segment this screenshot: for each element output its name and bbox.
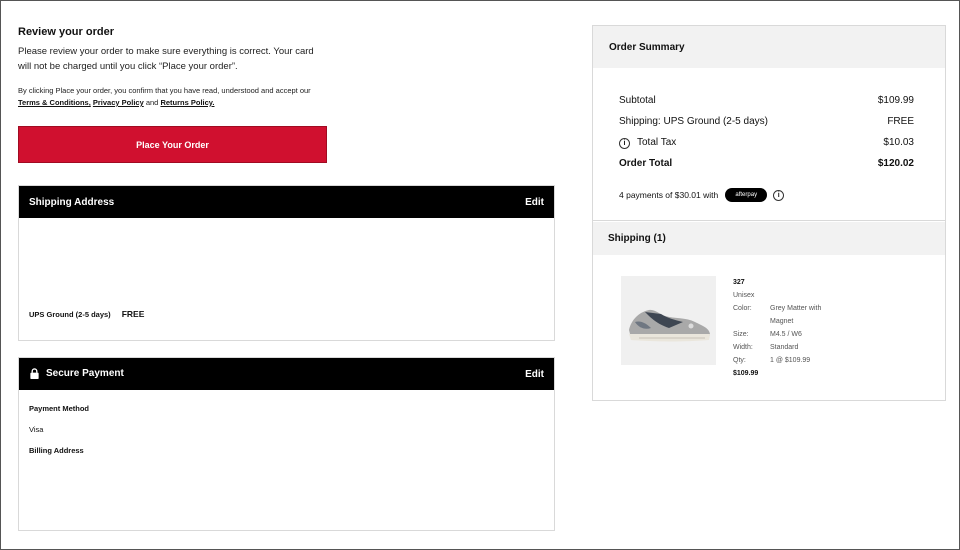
shipping-method-price: FREE [121, 309, 145, 319]
subtotal-label: Subtotal [619, 95, 656, 106]
terms-and: and [145, 98, 159, 107]
tax-row: i Total Tax $10.03 [619, 132, 914, 153]
size-value: M4.5 / W6 [770, 331, 802, 338]
privacy-link[interactable]: Privacy Policy [93, 98, 144, 107]
review-column: Review your order Please review your ord… [18, 18, 555, 531]
shipping-value: FREE [887, 116, 914, 127]
product-details: 327 Unisex Color: Grey Matter with Magne… [733, 276, 835, 380]
product-name: 327 [733, 279, 745, 286]
terms-link[interactable]: Terms & Conditions, [18, 98, 91, 107]
order-summary-title: Order Summary [593, 26, 945, 68]
tax-label: Total Tax [637, 136, 677, 148]
payment-method-value: Visa [29, 425, 44, 434]
terms-text: By clicking Place your order, you confir… [18, 85, 338, 109]
shipping-address-panel: Shipping Address Edit UPS Ground (2-5 da… [18, 185, 555, 341]
tax-value: $10.03 [883, 137, 914, 148]
afterpay-badge: afterpay [725, 188, 768, 202]
subtotal-row: Subtotal $109.99 [619, 90, 914, 111]
order-summary-panel: Order Summary Subtotal $109.99 Shipping:… [592, 25, 946, 401]
review-title: Review your order [18, 26, 114, 38]
shipping-address-body: UPS Ground (2-5 days) FREE [19, 218, 554, 340]
summary-divider [593, 220, 945, 221]
secure-payment-header: Secure Payment Edit [19, 358, 554, 390]
shipping-method: UPS Ground (2-5 days) FREE [29, 309, 144, 319]
product-image [621, 276, 716, 365]
width-label: Width: [733, 344, 753, 351]
size-label: Size: [733, 331, 749, 338]
shipping-method-label: UPS Ground (2-5 days) [29, 309, 111, 319]
secure-payment-title: Secure Payment [46, 368, 124, 380]
qty-value: 1 @ $109.99 [770, 357, 811, 364]
product-price: $109.99 [733, 370, 759, 377]
secure-payment-edit-button[interactable]: Edit [525, 369, 544, 380]
shipping-address-edit-button[interactable]: Edit [525, 197, 544, 208]
afterpay-text: 4 payments of $30.01 with [619, 190, 719, 200]
payment-method-label: Payment Method [29, 404, 90, 413]
afterpay-row: 4 payments of $30.01 with afterpay i [593, 188, 945, 202]
product-attributes: Color: Grey Matter with Magnet Size: M4.… [733, 302, 835, 367]
order-total-label: Order Total [619, 158, 673, 169]
review-text: Please review your order to make sure ev… [18, 46, 314, 72]
subtotal-value: $109.99 [877, 95, 914, 106]
order-total-row: Order Total $120.02 [619, 153, 914, 174]
width-value: Standard [770, 344, 799, 351]
secure-payment-body: Payment Method Visa Billing Address [19, 390, 554, 469]
shipping-address-title: Shipping Address [29, 196, 115, 208]
terms-prefix: By clicking Place your order, you confir… [18, 86, 311, 95]
color-label: Color: [733, 305, 752, 312]
product-item: 327 Unisex Color: Grey Matter with Magne… [621, 276, 835, 380]
billing-address-label: Billing Address [29, 446, 84, 455]
info-icon[interactable]: i [619, 137, 630, 149]
place-order-button[interactable]: Place Your Order [18, 126, 327, 163]
secure-payment-heading: Secure Payment [29, 368, 124, 380]
shipping-row: Shipping: UPS Ground (2-5 days) FREE [619, 111, 914, 132]
lock-icon [30, 368, 39, 380]
color-value: Grey Matter with Magnet [770, 305, 822, 325]
secure-payment-panel: Secure Payment Edit Payment Method Visa … [18, 357, 555, 531]
product-gender: Unisex [733, 292, 755, 299]
summary-rows: Subtotal $109.99 Shipping: UPS Ground (2… [593, 68, 945, 174]
returns-link[interactable]: Returns Policy. [160, 98, 214, 107]
qty-label: Qty: [733, 357, 746, 364]
afterpay-info-icon[interactable]: i [773, 189, 785, 201]
order-total-value: $120.02 [877, 158, 914, 169]
shipping-address-header: Shipping Address Edit [19, 186, 554, 218]
sneaker-icon [628, 309, 710, 341]
shipping-label: Shipping: UPS Ground (2-5 days) [619, 116, 768, 127]
shipping-count-title: Shipping (1) [593, 222, 945, 255]
